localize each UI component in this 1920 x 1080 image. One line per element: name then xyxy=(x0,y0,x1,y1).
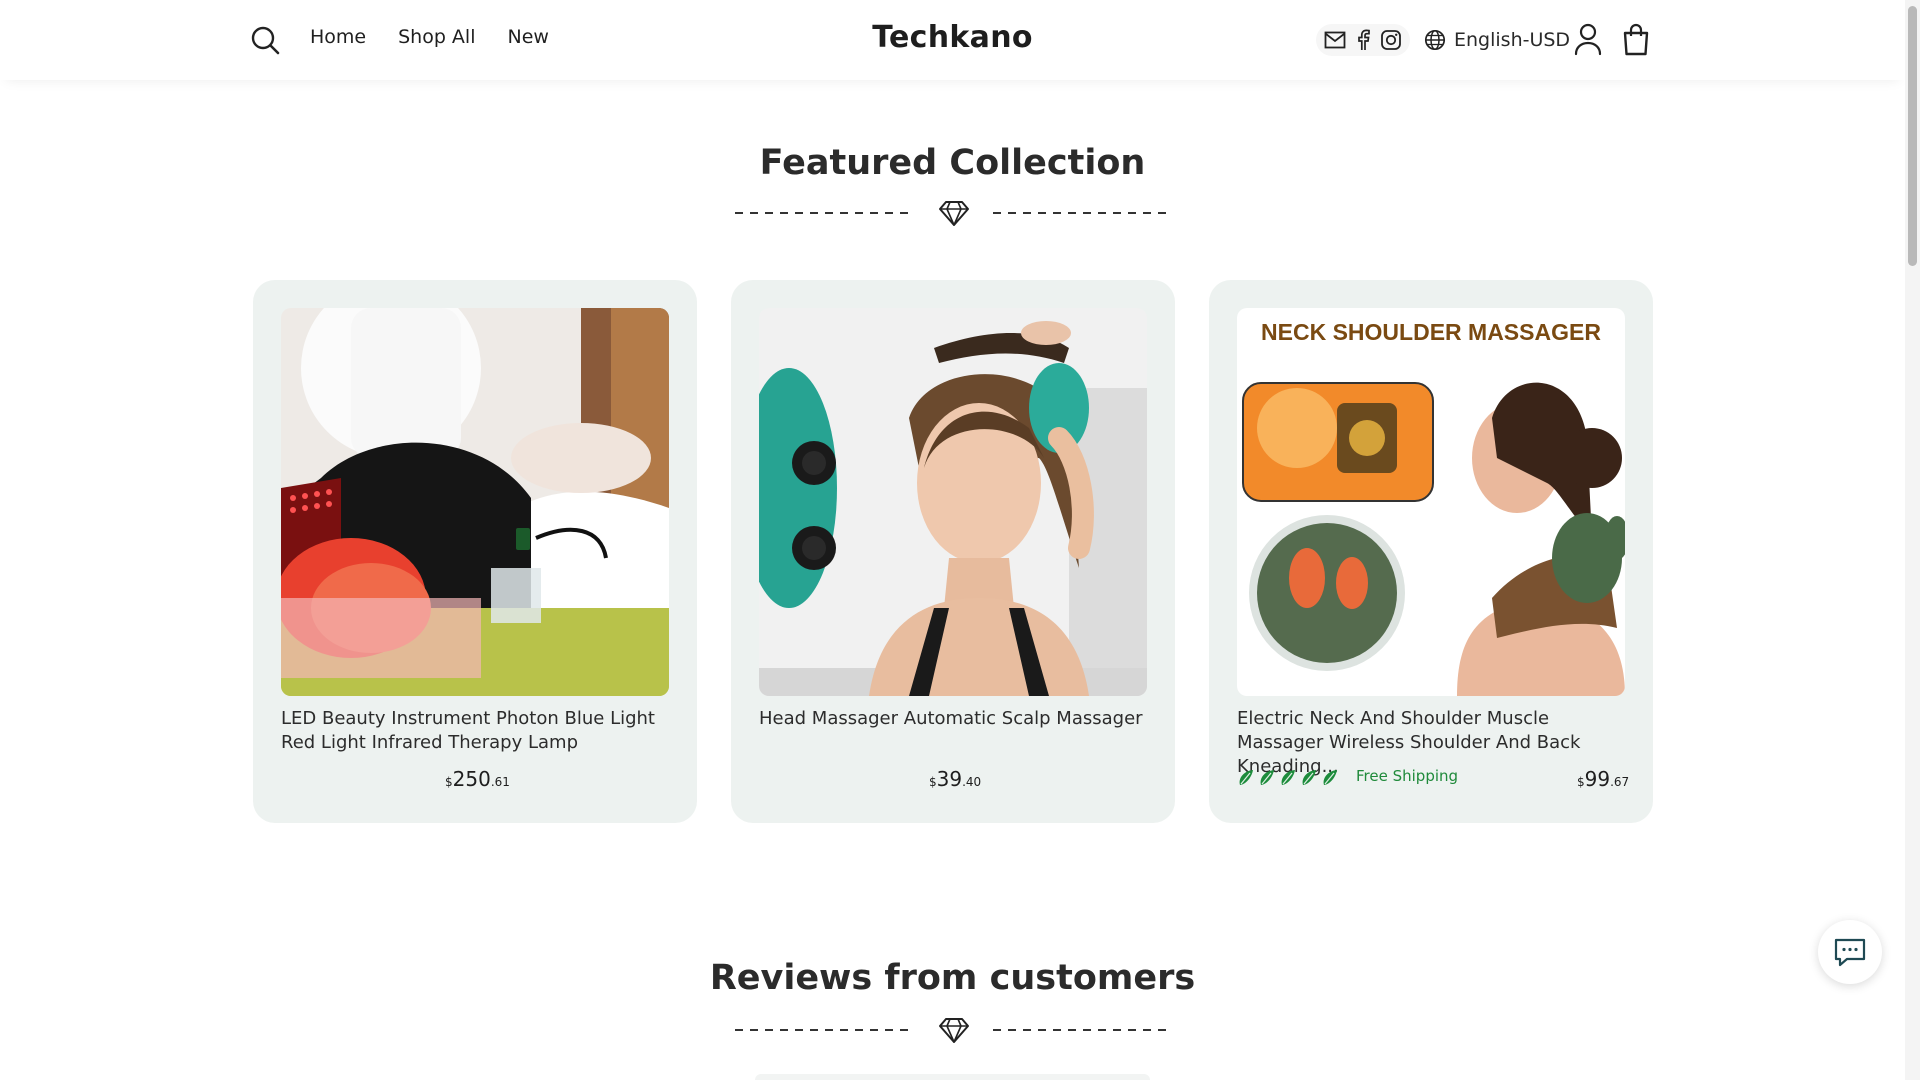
star-icon xyxy=(1279,769,1296,786)
product-title[interactable]: LED Beauty Instrument Photon Blue Light … xyxy=(281,707,673,755)
product-price: $99.67 xyxy=(1577,767,1630,791)
product-card-neck-massager[interactable]: NECK SHOULDER MASSAGER Electric Neck And… xyxy=(1209,280,1653,823)
product-image[interactable] xyxy=(759,308,1147,696)
section-divider xyxy=(735,201,1173,226)
site-header: Home Shop All New Techkano English-USD xyxy=(0,0,1905,80)
review-card-peek xyxy=(755,1074,1150,1080)
led-lamp-photo xyxy=(281,308,669,696)
product-card-led-lamp[interactable]: LED Beauty Instrument Photon Blue Light … xyxy=(253,280,697,823)
bag-icon[interactable] xyxy=(1620,22,1652,56)
reviews-section-title: Reviews from customers xyxy=(709,958,1196,998)
diamond-icon xyxy=(939,201,969,226)
product-card-head-massager[interactable]: Head Massager Automatic Scalp Massager $… xyxy=(731,280,1175,823)
header-utilities: English-USD xyxy=(1316,22,1570,58)
product-image[interactable]: NECK SHOULDER MASSAGER xyxy=(1237,308,1625,696)
section-divider xyxy=(735,1018,1173,1043)
scrollbar-thumb[interactable] xyxy=(1908,6,1917,266)
chat-icon xyxy=(1834,938,1866,967)
star-icon xyxy=(1237,769,1254,786)
rating-stars xyxy=(1237,769,1338,786)
head-massager-photo xyxy=(759,308,1147,696)
language-currency-selector[interactable]: English-USD xyxy=(1424,29,1570,51)
star-icon xyxy=(1300,769,1317,786)
product-price: $250.61 xyxy=(445,767,510,791)
facebook-icon[interactable] xyxy=(1352,29,1374,51)
instagram-icon[interactable] xyxy=(1380,29,1402,51)
image-banner-text: NECK SHOULDER MASSAGER xyxy=(1261,319,1601,345)
star-icon xyxy=(1321,769,1338,786)
mail-icon[interactable] xyxy=(1324,29,1346,51)
globe-icon xyxy=(1424,29,1446,51)
diamond-icon xyxy=(939,1018,969,1043)
neck-massager-photo: NECK SHOULDER MASSAGER xyxy=(1237,308,1625,696)
user-icon[interactable] xyxy=(1572,22,1604,56)
product-image[interactable] xyxy=(281,308,669,696)
featured-section-title: Featured Collection xyxy=(759,143,1146,183)
chat-button[interactable] xyxy=(1818,920,1882,984)
social-links xyxy=(1316,24,1410,56)
product-title[interactable]: Head Massager Automatic Scalp Massager xyxy=(759,707,1151,731)
product-price: $39.40 xyxy=(929,767,982,791)
language-label: English-USD xyxy=(1454,29,1571,51)
free-shipping-label: Free Shipping xyxy=(1356,767,1459,785)
star-icon xyxy=(1258,769,1275,786)
